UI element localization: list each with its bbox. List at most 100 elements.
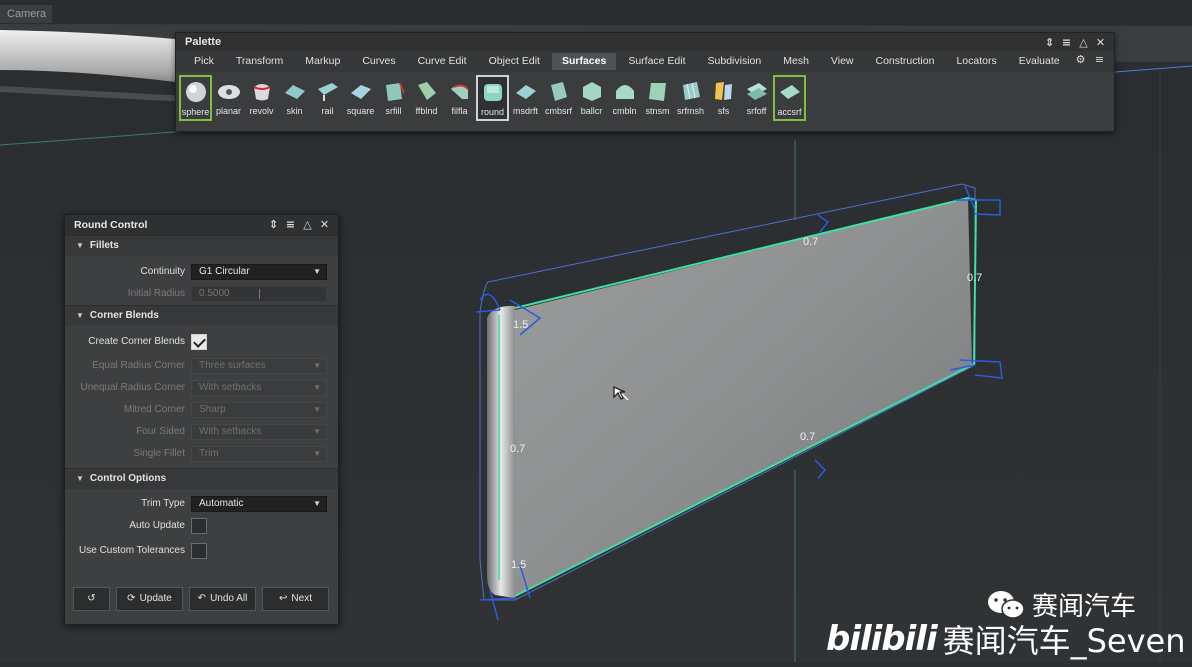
palette-menu-icon[interactable]: ≡ — [1094, 54, 1105, 65]
tool-label: cmbln — [612, 106, 637, 116]
tool-round[interactable]: round — [476, 75, 509, 121]
tool-label: sfs — [717, 106, 730, 116]
custom-tolerances-checkbox[interactable] — [191, 543, 207, 559]
tab-pick[interactable]: Pick — [184, 53, 224, 70]
tool-sphere[interactable]: sphere — [179, 75, 212, 121]
bilibili-watermark-text: 赛闻汽车_Seven — [942, 622, 1186, 660]
tool-accsrf[interactable]: accsrf — [773, 75, 806, 121]
tool-filfla[interactable]: filfla — [443, 75, 476, 121]
dropdown-value: With setbacks — [199, 426, 262, 437]
camera-label: Camera — [0, 5, 52, 23]
tool-label: accsrf — [777, 107, 802, 117]
single-fillet-label: Single Fillet — [133, 448, 185, 459]
tool-srfill[interactable]: srfill — [377, 75, 410, 121]
planar-icon — [217, 85, 240, 99]
resize-icon[interactable]: ⇕ — [268, 219, 279, 230]
palette-title: Palette — [185, 36, 222, 48]
single-fillet-dropdown[interactable]: Trim ▼ — [191, 446, 327, 462]
srfill-icon — [385, 82, 405, 101]
trim-type-dropdown[interactable]: Automatic ▼ — [191, 496, 327, 512]
tool-label: srfmsh — [677, 106, 704, 116]
ballcr-icon — [582, 82, 601, 101]
tool-label: sphere — [181, 107, 210, 117]
undo-all-button[interactable]: ↶ Undo All — [189, 587, 256, 611]
palette-title-bar[interactable]: Palette ⇕ ≡ △ ✕ — [176, 33, 1114, 51]
tab-curves[interactable]: Curves — [352, 53, 405, 70]
tool-revolv[interactable]: revolv — [245, 75, 278, 121]
gear-icon[interactable]: ⚙ — [1075, 54, 1086, 65]
refresh-icon: ⟳ — [127, 593, 136, 604]
mitred-corner-row: Mitred Corner Sharp ▼ — [65, 399, 338, 421]
tab-transform[interactable]: Transform — [226, 53, 293, 70]
initial-radius-value: 0.5000 — [199, 288, 230, 299]
revolv-icon — [253, 84, 270, 101]
tab-markup[interactable]: Markup — [295, 53, 350, 70]
tool-planar[interactable]: planar — [212, 75, 245, 121]
create-corner-blends-checkbox[interactable] — [191, 334, 207, 350]
close-icon[interactable]: ✕ — [319, 219, 330, 230]
tab-surfaces[interactable]: Surfaces — [551, 53, 617, 70]
palette-tabs: Pick Transform Markup Curves Curve Edit … — [176, 51, 1114, 72]
resize-icon[interactable]: ⇕ — [1044, 37, 1055, 48]
four-sided-row: Four Sided With setbacks ▼ — [65, 421, 338, 443]
tab-surface-edit[interactable]: Surface Edit — [618, 53, 695, 70]
round-control-title-bar[interactable]: Round Control ⇕ ≡ △ ✕ — [65, 215, 338, 235]
tool-msdrft[interactable]: msdrft — [509, 75, 542, 121]
equal-radius-corner-dropdown[interactable]: Three surfaces ▼ — [191, 358, 327, 374]
initial-radius-field[interactable]: 0.5000 — [191, 286, 327, 302]
dim-label-bottom: 0.7 — [800, 431, 815, 443]
menu-icon[interactable]: ≡ — [1061, 37, 1072, 48]
continuity-label: Continuity — [140, 266, 185, 277]
undo-all-label: Undo All — [210, 593, 248, 604]
four-sided-dropdown[interactable]: With setbacks ▼ — [191, 424, 327, 440]
initial-radius-label: Initial Radius — [127, 288, 185, 299]
tab-locators[interactable]: Locators — [946, 53, 1006, 70]
tool-cmbsrf[interactable]: cmbsrf — [542, 75, 575, 121]
mitred-corner-dropdown[interactable]: Sharp ▼ — [191, 402, 327, 418]
tool-sfs[interactable]: sfs — [707, 75, 740, 121]
tool-square[interactable]: square — [344, 75, 377, 121]
collapse-icon[interactable]: △ — [302, 219, 313, 230]
unequal-radius-corner-label: Unequal Radius Corner — [80, 382, 185, 393]
section-corner-blends[interactable]: ▼ Corner Blends — [65, 305, 338, 326]
tab-object-edit[interactable]: Object Edit — [479, 53, 550, 70]
section-control-options[interactable]: ▼ Control Options — [65, 468, 338, 489]
tool-label: msdrft — [512, 106, 538, 116]
tool-ffblnd[interactable]: ffblnd — [410, 75, 443, 121]
unequal-radius-corner-dropdown[interactable]: With setbacks ▼ — [191, 380, 327, 396]
next-label: Next — [291, 593, 312, 604]
update-button[interactable]: ⟳ Update — [116, 587, 183, 611]
tool-stnsm[interactable]: stnsm — [641, 75, 674, 121]
next-button[interactable]: ↩ Next — [262, 587, 329, 611]
tab-view[interactable]: View — [821, 53, 864, 70]
tool-cmbln[interactable]: cmbln — [608, 75, 641, 121]
tool-ballcr[interactable]: ballcr — [575, 75, 608, 121]
dim-label-left-bottom: 1.5 — [511, 559, 526, 571]
custom-tolerances-row: Use Custom Tolerances — [65, 540, 338, 565]
close-icon[interactable]: ✕ — [1095, 37, 1106, 48]
dropdown-value: With setbacks — [199, 382, 262, 393]
reset-button[interactable]: ↺ — [73, 587, 110, 611]
auto-update-checkbox[interactable] — [191, 518, 207, 534]
four-sided-label: Four Sided — [136, 426, 185, 437]
tab-mesh[interactable]: Mesh — [773, 53, 819, 70]
tool-skin[interactable]: skin — [278, 75, 311, 121]
trim-type-value: Automatic — [199, 498, 244, 509]
tab-subdivision[interactable]: Subdivision — [698, 53, 772, 70]
tool-srfmsh[interactable]: srfmsh — [674, 75, 707, 121]
section-fillets[interactable]: ▼ Fillets — [65, 235, 338, 256]
menu-icon[interactable]: ≡ — [285, 219, 296, 230]
tab-curve-edit[interactable]: Curve Edit — [408, 53, 477, 70]
equal-radius-corner-row: Equal Radius Corner Three surfaces ▼ — [65, 355, 338, 377]
tab-evaluate[interactable]: Evaluate — [1009, 53, 1070, 70]
slider-handle[interactable] — [259, 289, 260, 299]
collapse-icon[interactable]: △ — [1078, 37, 1089, 48]
section-title: Fillets — [89, 240, 119, 251]
caret-down-icon: ▼ — [313, 383, 321, 392]
tab-construction[interactable]: Construction — [866, 53, 945, 70]
tool-rail[interactable]: rail — [311, 75, 344, 121]
stnsm-icon — [648, 83, 666, 101]
continuity-dropdown[interactable]: G1 Circular ▼ — [191, 264, 327, 280]
tool-srfoff[interactable]: srfoff — [740, 75, 773, 121]
tool-label: stnsm — [645, 106, 670, 116]
